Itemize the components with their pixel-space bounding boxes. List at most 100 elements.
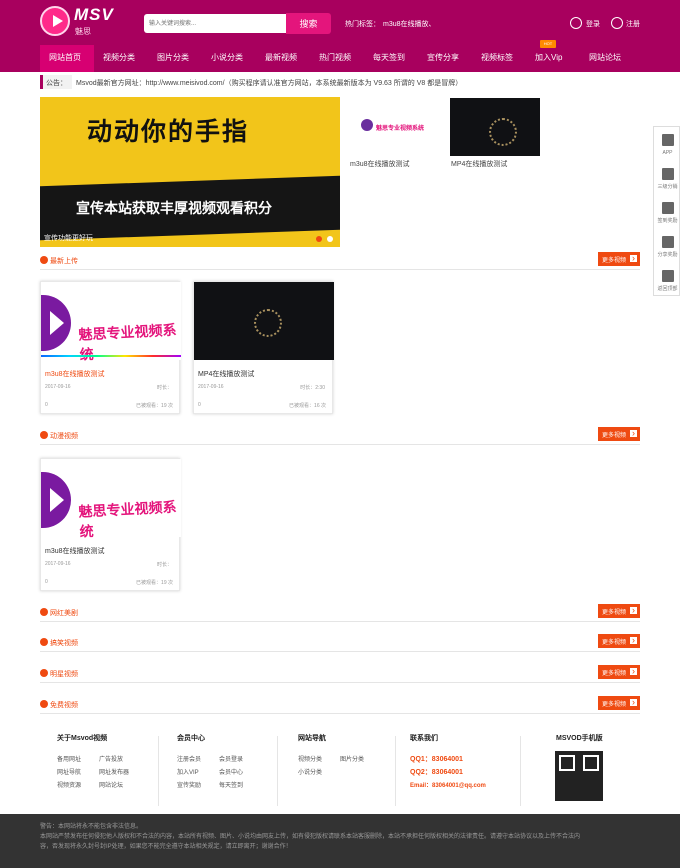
nav-daily-signin[interactable]: 每天签到 [373, 52, 405, 63]
video-thumbnail[interactable]: 魅思专业视频系统 [41, 282, 181, 363]
contact-qq1[interactable]: QQ1：83064001 [410, 754, 463, 764]
footer-link[interactable]: 每天签到 [219, 780, 243, 789]
more-videos-button[interactable]: 更多视频 [598, 427, 640, 441]
more-videos-button[interactable]: 更多视频 [598, 604, 640, 618]
footer-link[interactable]: 视频分类 [298, 754, 322, 763]
video-thumbnail[interactable] [194, 282, 334, 360]
footer-link[interactable]: 视频资源 [57, 780, 81, 789]
hot-tags-label: 热门标签： [345, 21, 380, 28]
video-title[interactable]: m3u8在线播放测试 [45, 546, 105, 556]
nav-vip[interactable]: 加入Vip [535, 52, 562, 63]
video-duration: 时长： [156, 385, 172, 391]
footer-contact: 联系我们 QQ1：83064001 QQ2：83064001 Email：830… [410, 733, 486, 789]
nav-latest-video[interactable]: 最新视频 [265, 52, 297, 63]
section-free: 免费视频 更多视频 [40, 696, 640, 714]
footer-title: MSVOD手机版 [556, 735, 603, 742]
section-title: 明星视频 [50, 671, 78, 678]
footer-link[interactable]: 会员登录 [219, 754, 243, 763]
featured-thumbnail[interactable]: 魅思专业视频系统 [350, 98, 440, 156]
calendar-icon [661, 202, 674, 214]
footer-title: 网站导航 [298, 735, 326, 742]
register-link[interactable]: 注册 [626, 19, 640, 29]
video-title[interactable]: m3u8在线播放测试 [45, 369, 105, 379]
video-views: 已被观看：19 次 [136, 580, 173, 586]
footer-link[interactable]: 小说分类 [298, 767, 322, 776]
video-logo-text: 魅思专业视频系统 [78, 498, 177, 540]
banner-caption: 宣传功能更好玩 [44, 235, 93, 242]
footer-title: 联系我们 [410, 735, 438, 742]
video-date: 2017-09-16 [198, 384, 224, 390]
hot-tag-link[interactable]: m3u8在线播放、 [383, 19, 436, 29]
more-videos-button[interactable]: 更多视频 [598, 665, 640, 679]
login-link[interactable]: 登录 [586, 19, 600, 29]
search-button[interactable]: 搜索 [286, 13, 331, 34]
side-label: 签到奖励 [657, 218, 678, 224]
footer-link[interactable]: 备用网址 [57, 754, 81, 763]
section-title: 免费视频 [50, 702, 78, 709]
footer-mobile: MSVOD手机版 [556, 733, 603, 743]
slide-dot-active[interactable] [316, 236, 322, 242]
footer-link[interactable]: 网址导航 [57, 767, 81, 776]
side-label: APP [662, 150, 673, 156]
footer-link[interactable]: 会员中心 [219, 767, 243, 776]
edit-icon[interactable] [611, 17, 623, 29]
video-card[interactable]: 魅思专业视频系统 m3u8在线播放测试 2017-09-16 时长： 0 已被观… [40, 281, 181, 414]
share-icon [661, 236, 674, 248]
featured-title[interactable]: m3u8在线播放测试 [350, 159, 410, 169]
search-input[interactable] [144, 14, 286, 33]
video-duration: 时长： [156, 562, 172, 568]
back-to-top-button[interactable]: 返回顶部 [654, 263, 680, 303]
nav-video-category[interactable]: 视频分类 [103, 52, 135, 63]
play-logo-icon [41, 295, 71, 351]
footer-link[interactable]: 网址发布器 [99, 767, 129, 776]
video-likes: 0 [45, 402, 48, 408]
section-star: 明星视频 更多视频 [40, 665, 640, 683]
nav-forum[interactable]: 网站论坛 [589, 52, 621, 63]
more-videos-button[interactable]: 更多视频 [598, 696, 640, 710]
contact-email[interactable]: Email：83064001@qq.com [410, 780, 486, 789]
nav-home[interactable]: 网站首页 [49, 52, 81, 63]
play-logo-icon [361, 119, 373, 131]
user-icon[interactable] [570, 17, 582, 29]
network-icon [661, 168, 674, 180]
video-card[interactable]: 魅思专业视频系统 m3u8在线播放测试 2017-09-16 时长： 0 已被观… [40, 458, 181, 591]
footer-links: 关于Msvod视频 备用网址 广告投放 网址导航 网址发布器 视频资源 网站论坛… [40, 733, 640, 806]
featured-logo-text: 魅思专业视频系统 [376, 126, 425, 132]
contact-qq2[interactable]: QQ2：83064001 [410, 767, 463, 777]
video-logo-text: 魅思专业视频系统 [78, 321, 177, 363]
video-date: 2017-09-16 [45, 561, 71, 567]
footer-link[interactable]: 加入VIP [177, 767, 199, 776]
footer-link[interactable]: 广告投放 [99, 754, 123, 763]
announcement-text[interactable]: Msvod最新官方网址：http://www.meisivod.com/（购买程… [76, 78, 462, 88]
video-title[interactable]: MP4在线播放测试 [198, 369, 254, 379]
footer-link[interactable]: 宣传奖励 [177, 780, 201, 789]
fire-icon [40, 638, 48, 646]
footer-disclaimer: 警告：本网站将永不能包含非法信息。 本网站严禁发布任何侵犯他人版权和不合法的内容… [0, 814, 680, 868]
nav-hot-video[interactable]: 热门视频 [319, 52, 351, 63]
video-views: 已被观看：19 次 [136, 403, 173, 409]
more-videos-button[interactable]: 更多视频 [598, 252, 640, 266]
footer-link[interactable]: 注册会员 [177, 754, 201, 763]
qr-code [555, 751, 603, 801]
featured-thumbnail[interactable] [450, 98, 540, 156]
banner-title: 动动你的手指 [87, 118, 250, 146]
disclaimer-line: 警告：本网站将永不能包含非法信息。 [40, 824, 143, 830]
nav-image-category[interactable]: 图片分类 [157, 52, 189, 63]
logo-icon[interactable] [40, 6, 70, 36]
nav-novel-category[interactable]: 小说分类 [211, 52, 243, 63]
video-thumbnail[interactable]: 魅思专业视频系统 [41, 459, 181, 540]
logo-text[interactable]: MSV [74, 5, 114, 25]
more-videos-button[interactable]: 更多视频 [598, 634, 640, 648]
disclaimer-line: 容，否发现将永久封号封IP处理，如果您不能完全遵守本站相关规定，请立即离开；谢谢… [40, 844, 292, 850]
video-card[interactable]: MP4在线播放测试 2017-09-16 时长：2:30 0 已被观看：16 次 [193, 281, 334, 414]
footer-link[interactable]: 网站论坛 [99, 780, 123, 789]
video-duration: 时长：2:30 [300, 385, 325, 391]
footer-link[interactable]: 图片分类 [340, 754, 364, 763]
side-label: 三级分销 [657, 184, 678, 190]
promo-banner[interactable]: 动动你的手指 宣传本站获取丰厚视频观看积分 宣传功能更好玩 [40, 97, 340, 247]
slide-dot[interactable] [327, 236, 333, 242]
nav-share[interactable]: 宣传分享 [427, 52, 459, 63]
featured-title[interactable]: MP4在线播放测试 [451, 159, 507, 169]
nav-video-tags[interactable]: 视频标签 [481, 52, 513, 63]
main-nav: 网站首页 视频分类 图片分类 小说分类 最新视频 热门视频 每天签到 宣传分享 … [0, 45, 680, 72]
